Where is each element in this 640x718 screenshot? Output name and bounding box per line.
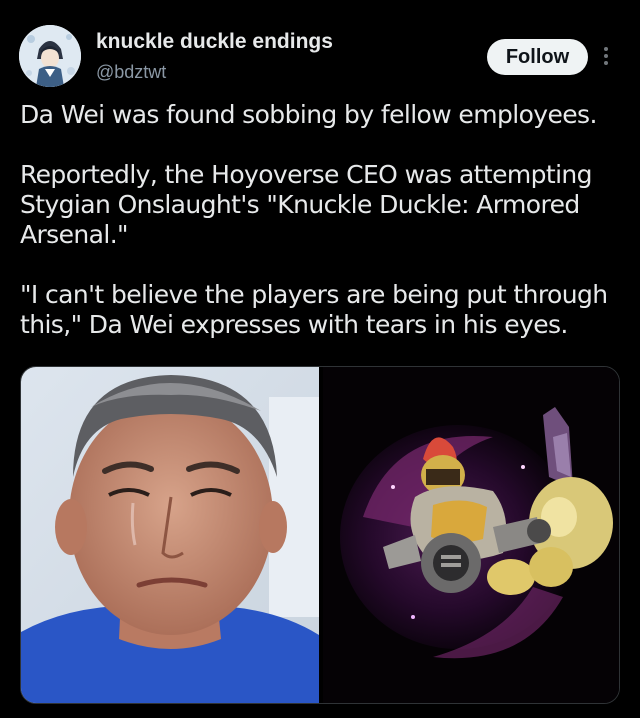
author-avatar[interactable] bbox=[19, 25, 81, 87]
game-character-art[interactable] bbox=[323, 367, 619, 703]
tweet-text: Da Wei was found sobbing by fellow emplo… bbox=[20, 100, 620, 370]
tweet-media[interactable] bbox=[20, 366, 620, 704]
user-handle[interactable]: @bdztwt bbox=[96, 62, 166, 83]
more-vertical-icon[interactable] bbox=[601, 44, 611, 72]
follow-button[interactable]: Follow bbox=[487, 39, 588, 75]
crying-man-photo[interactable] bbox=[21, 367, 319, 703]
tweet-paragraph: "I can't believe the players are being p… bbox=[20, 280, 608, 339]
tweet-paragraph: Reportedly, the Hoyoverse CEO was attemp… bbox=[20, 160, 593, 249]
display-name[interactable]: knuckle duckle endings bbox=[96, 30, 333, 54]
tweet-paragraph: Da Wei was found sobbing by fellow emplo… bbox=[20, 100, 597, 129]
